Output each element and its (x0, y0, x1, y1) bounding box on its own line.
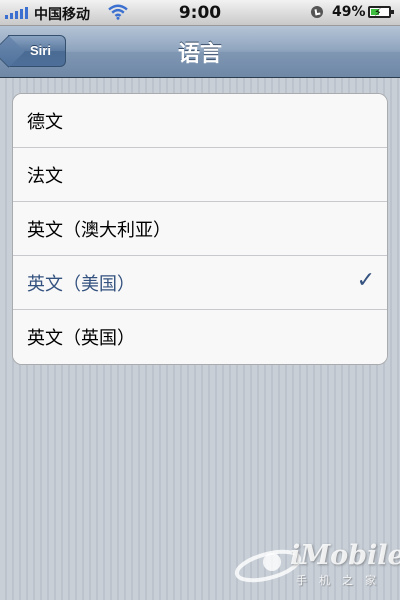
language-label: 法文 (27, 166, 63, 187)
language-label: 英文（美国） (27, 274, 135, 295)
language-label: 英文（英国） (27, 328, 135, 349)
language-label: 英文（澳大利亚） (27, 220, 171, 241)
orientation-lock-icon (311, 6, 323, 18)
watermark-logo: iMobile 手机之家 (232, 538, 400, 590)
language-label: 德文 (27, 112, 63, 133)
watermark-subtext: 手机之家 (296, 574, 388, 587)
charging-bolt-icon: ⚡ (374, 6, 382, 19)
navigation-bar: Siri 语言 (0, 26, 400, 78)
language-row[interactable]: 法文 (13, 148, 387, 202)
language-row[interactable]: 英文（美国） ✓ (13, 256, 387, 310)
battery-charging-icon: ⚡ (368, 6, 394, 19)
language-row[interactable]: 德文 (13, 94, 387, 148)
language-row[interactable]: 英文（英国） (13, 310, 387, 364)
watermark-text: iMobile (290, 540, 400, 571)
language-row[interactable]: 英文（澳大利亚） (13, 202, 387, 256)
page-title: 语言 (177, 42, 222, 67)
status-bar: 中国移动 9:00 49% ⚡ (0, 0, 400, 26)
language-list: 德文法文英文（澳大利亚） 英文（美国） ✓ 英文（英国） (12, 93, 388, 365)
back-button-label: Siri (30, 43, 51, 58)
battery-percent: 49% (332, 4, 366, 20)
checkmark-icon: ✓ (356, 268, 375, 293)
